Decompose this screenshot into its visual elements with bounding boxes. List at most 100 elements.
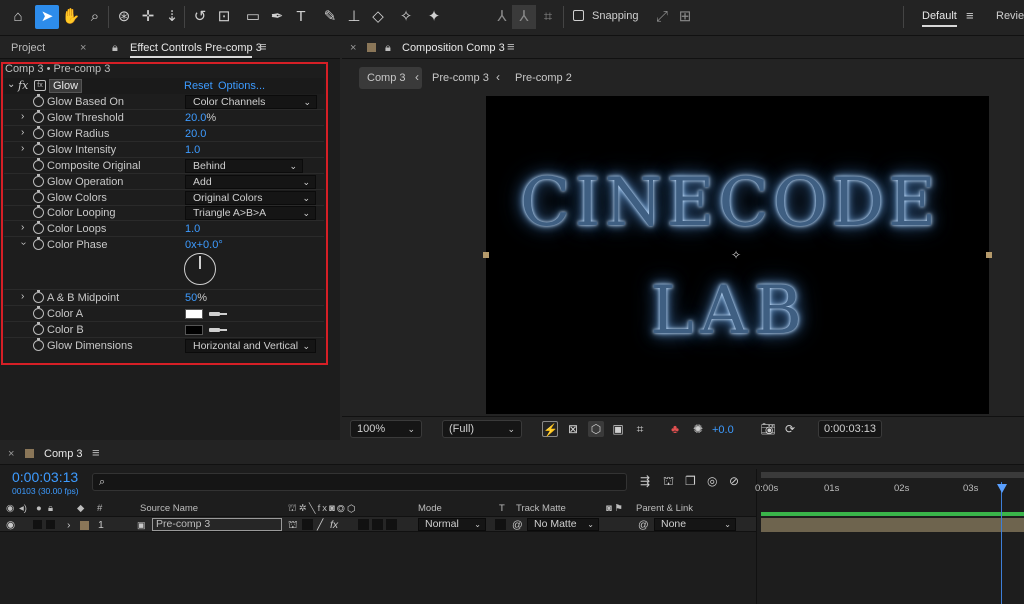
glow-operation-dropdown[interactable]: Add ⌄ xyxy=(185,175,316,189)
hide-shy-layers-icon[interactable]: ❐ xyxy=(685,474,696,488)
selection-tool-icon[interactable]: ➤ xyxy=(35,5,59,29)
reset-exposure-icon[interactable]: ✺ xyxy=(690,421,706,437)
transparency-grid-icon[interactable]: ⊠ xyxy=(565,421,581,437)
value-number[interactable]: 20.0 xyxy=(185,112,206,124)
parent-dropdown[interactable]: None ⌄ xyxy=(654,518,736,531)
quality-switch[interactable] xyxy=(302,519,313,530)
stopwatch-icon[interactable] xyxy=(33,290,44,303)
twirl-down-icon[interactable]: ⌄ xyxy=(7,79,15,90)
stopwatch-icon[interactable] xyxy=(33,338,44,351)
label-icon[interactable]: ◆ xyxy=(77,503,84,514)
playhead-marker-icon[interactable] xyxy=(997,484,1007,493)
layer-name[interactable]: Pre-comp 3 xyxy=(152,518,282,531)
stopwatch-icon[interactable] xyxy=(33,221,44,234)
stopwatch-icon[interactable] xyxy=(33,110,44,123)
comp-text-line2[interactable]: LAB xyxy=(650,272,850,349)
twirl-right-icon[interactable]: › xyxy=(21,143,24,154)
adjustment-switch[interactable] xyxy=(386,519,397,530)
color-phase-value[interactable]: 0x+0.0° xyxy=(185,239,223,251)
close-tab-icon[interactable]: × xyxy=(350,42,356,54)
lock-icon[interactable]: 🔒︎ xyxy=(112,42,118,55)
video-switch-icon[interactable]: ◉ xyxy=(6,503,14,514)
color-b-swatch[interactable] xyxy=(185,325,203,335)
brush-tool-icon[interactable]: ✎ xyxy=(318,5,342,29)
snapshot-camera-icon[interactable]: 📷︎ xyxy=(760,421,776,437)
lock-switch-icon[interactable]: 🔒︎ xyxy=(48,503,53,514)
panel-menu-icon[interactable]: ≡ xyxy=(92,445,100,460)
composite-original-dropdown[interactable]: Behind ⌄ xyxy=(185,159,303,173)
hand-tool-icon[interactable]: ✋ xyxy=(59,5,83,29)
comp-text-line1[interactable]: CINECODE xyxy=(520,164,960,241)
color-channels-icon[interactable]: ♣ xyxy=(667,421,683,437)
layer-solo-box[interactable] xyxy=(33,520,42,529)
graph-editor-icon[interactable]: ⊘ xyxy=(729,474,739,488)
glow-based-on-dropdown[interactable]: Color Channels ⌄ xyxy=(185,95,317,109)
show-snapshot-icon[interactable]: ⟳ xyxy=(782,421,798,437)
axis-world-icon[interactable]: ⅄ xyxy=(512,5,536,29)
solo-switch-icon[interactable]: ● xyxy=(36,503,42,514)
roto-brush-icon[interactable]: ✧ xyxy=(394,5,418,29)
layer-twirl-icon[interactable]: › xyxy=(67,519,71,531)
glow-colors-dropdown[interactable]: Original Colors ⌄ xyxy=(185,191,316,205)
eyedropper-icon[interactable] xyxy=(209,310,227,318)
rotation-tool-icon[interactable]: ↺ xyxy=(188,5,212,29)
twirl-right-icon[interactable]: › xyxy=(21,111,24,122)
rectangle-tool-icon[interactable]: ▭ xyxy=(241,5,265,29)
column-source-name[interactable]: Source Name xyxy=(140,503,198,514)
parent-pickwhip-icon[interactable]: @ xyxy=(638,519,649,531)
color-loops-value[interactable]: 1.0 xyxy=(185,223,200,235)
guides-grid-icon[interactable]: ⌗ xyxy=(632,421,648,437)
timeline-current-time[interactable]: 0:00:03:13 xyxy=(12,469,78,485)
clone-stamp-icon[interactable]: ⊥ xyxy=(342,5,366,29)
composition-mini-flowchart-icon[interactable]: ⇶ xyxy=(640,474,650,488)
snapping-checkbox[interactable] xyxy=(573,10,584,21)
color-a-swatch[interactable] xyxy=(185,309,203,319)
breadcrumb-comp3[interactable]: Comp 3 xyxy=(367,72,406,84)
twirl-right-icon[interactable]: › xyxy=(21,222,24,233)
audio-switch-icon[interactable]: ◂) xyxy=(19,503,27,514)
motion-blur-switch[interactable] xyxy=(372,519,383,530)
eraser-tool-icon[interactable]: ◇ xyxy=(366,5,390,29)
track-matte-dropdown[interactable]: No Matte ⌄ xyxy=(527,518,599,531)
fast-previews-icon[interactable]: ⚡ xyxy=(542,421,558,437)
close-tab-icon[interactable]: × xyxy=(80,42,86,54)
dolly-camera-icon[interactable]: ⇣ xyxy=(160,5,184,29)
pen-tool-icon[interactable]: ✒ xyxy=(265,5,289,29)
fx-toggle-icon[interactable]: fx xyxy=(18,79,28,92)
exposure-value[interactable]: +0.0 xyxy=(712,424,734,436)
preserve-transparency-box[interactable] xyxy=(495,519,506,530)
axis-view-icon[interactable]: ⌗ xyxy=(536,5,560,29)
breadcrumb-precomp3[interactable]: Pre-comp 3 xyxy=(432,72,489,84)
effect-name[interactable]: Glow xyxy=(49,79,83,93)
mask-visibility-icon[interactable]: ⬡ xyxy=(588,421,604,437)
value-number[interactable]: 50 xyxy=(185,292,197,304)
quality-slash-icon[interactable]: ╱ xyxy=(317,519,323,531)
layer-video-toggle-icon[interactable]: ◉ xyxy=(6,519,15,531)
stopwatch-icon[interactable] xyxy=(33,190,44,203)
layer-label-color[interactable] xyxy=(80,521,89,530)
stopwatch-icon[interactable] xyxy=(33,306,44,319)
ab-midpoint-value[interactable]: 50% xyxy=(185,292,207,304)
close-tab-icon[interactable]: × xyxy=(8,448,14,460)
work-area-bar[interactable] xyxy=(761,472,1024,478)
anchor-point-icon[interactable]: ✧ xyxy=(731,249,743,261)
region-of-interest-icon[interactable]: ▣ xyxy=(610,421,626,437)
timeline-search-input[interactable]: ⌕ xyxy=(92,473,627,491)
panel-menu-icon[interactable]: ≡ xyxy=(507,39,515,54)
layer-handle-left[interactable] xyxy=(483,252,489,258)
playhead-line[interactable] xyxy=(1001,482,1002,604)
lock-icon[interactable]: 🔒︎ xyxy=(385,42,391,55)
axis-local-icon[interactable]: ⅄ xyxy=(490,5,514,29)
panel-menu-icon[interactable]: ≡ xyxy=(259,39,267,54)
blend-mode-dropdown[interactable]: Normal ⌄ xyxy=(418,518,486,531)
frame-blend-switch[interactable] xyxy=(358,519,369,530)
options-link[interactable]: Options... xyxy=(218,80,265,92)
glow-threshold-value[interactable]: 20.0% xyxy=(185,112,216,124)
track-xy-camera-icon[interactable]: ✛ xyxy=(136,5,160,29)
stopwatch-icon[interactable] xyxy=(33,322,44,335)
stopwatch-icon[interactable] xyxy=(33,142,44,155)
tab-project[interactable]: Project xyxy=(11,42,45,54)
puppet-pin-icon[interactable]: ✦ xyxy=(422,5,446,29)
stopwatch-icon[interactable] xyxy=(33,126,44,139)
workspace-default-tab[interactable]: Default xyxy=(922,10,957,27)
